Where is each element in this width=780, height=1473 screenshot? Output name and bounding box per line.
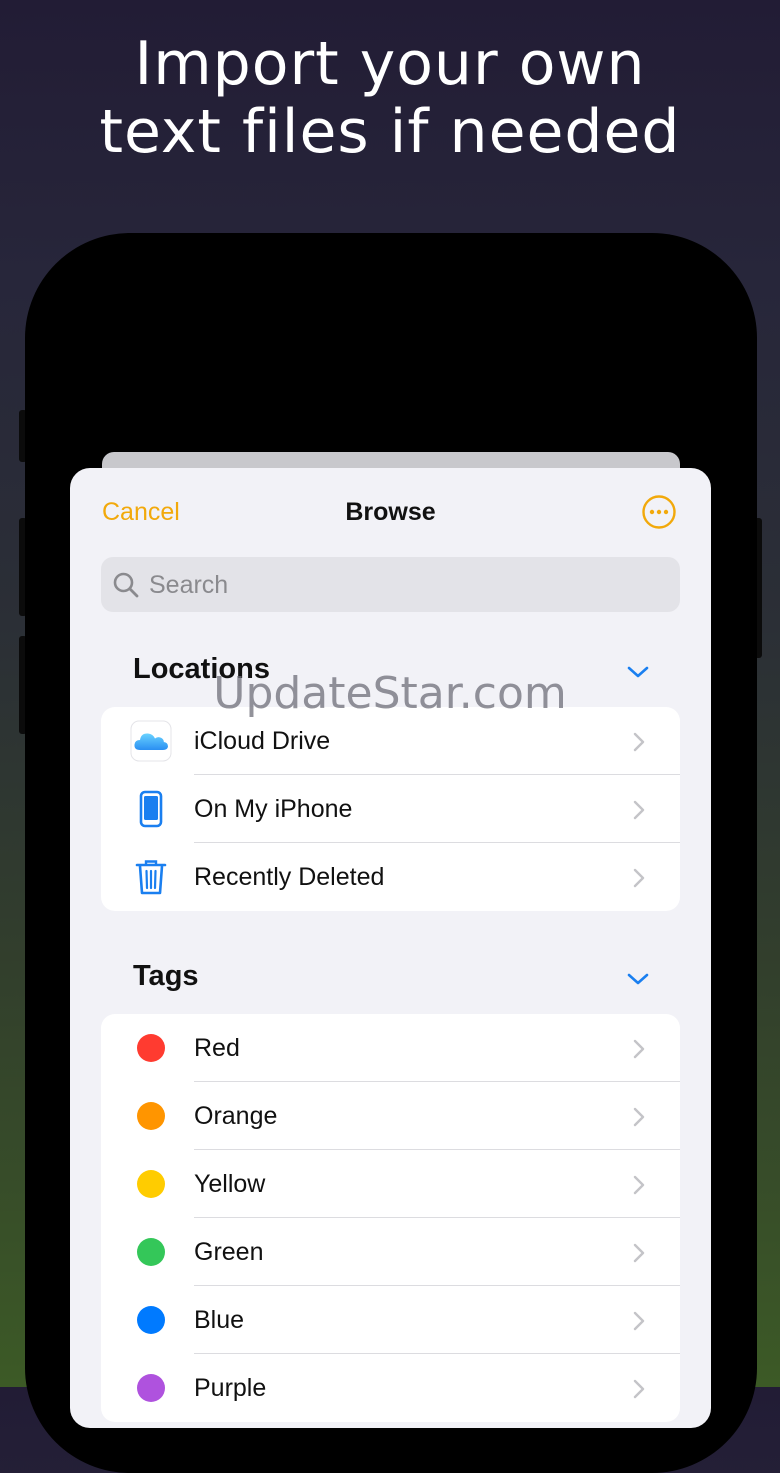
tag-item-label: Purple xyxy=(194,1374,267,1402)
chevron-right-icon xyxy=(633,1243,645,1263)
tag-color-dot xyxy=(137,1238,165,1266)
chevron-right-icon xyxy=(633,868,645,888)
tag-color-dot xyxy=(137,1306,165,1334)
location-item-label: iCloud Drive xyxy=(194,727,331,755)
headline-line-2: text files if needed xyxy=(99,97,681,167)
search-icon xyxy=(113,572,139,598)
search-field[interactable] xyxy=(101,557,680,614)
tag-item-label: Green xyxy=(194,1238,264,1266)
tag-item-red[interactable]: Red xyxy=(101,1014,680,1082)
location-item-recently-deleted[interactable]: Recently Deleted xyxy=(101,843,680,911)
location-item-label: Recently Deleted xyxy=(194,863,385,891)
tag-item-purple[interactable]: Purple xyxy=(101,1354,680,1422)
chevron-right-icon xyxy=(633,1311,645,1331)
headline: Import your own text files if needed xyxy=(0,30,780,166)
ellipsis-circle-icon[interactable] xyxy=(642,495,676,529)
page-title: Browse xyxy=(345,498,436,526)
tag-color-dot xyxy=(137,1374,165,1402)
tag-item-label: Blue xyxy=(194,1306,245,1334)
chevron-right-icon xyxy=(633,1039,645,1059)
iphone-icon xyxy=(129,775,173,843)
tag-item-green[interactable]: Green xyxy=(101,1218,680,1286)
tag-item-orange[interactable]: Orange xyxy=(101,1082,680,1150)
chevron-right-icon xyxy=(633,800,645,820)
location-item-label: On My iPhone xyxy=(194,795,353,823)
tags-collapse-chevron-icon[interactable] xyxy=(626,971,650,987)
tag-color-dot xyxy=(137,1170,165,1198)
browse-sheet: Cancel Browse Locations xyxy=(70,468,711,1428)
tag-color-dot xyxy=(137,1102,165,1130)
chevron-right-icon xyxy=(633,1379,645,1399)
location-item-icloud-drive[interactable]: iCloud Drive xyxy=(101,707,680,775)
tags-heading: Tags xyxy=(133,960,199,992)
tag-item-blue[interactable]: Blue xyxy=(101,1286,680,1354)
locations-list: iCloud Drive On My iPhone Recently Delet… xyxy=(101,707,680,911)
locations-heading: Locations xyxy=(133,653,270,685)
tag-item-label: Yellow xyxy=(194,1170,266,1198)
tags-list: Red Orange Yellow Green Blue Purple xyxy=(101,1014,680,1422)
tag-color-dot xyxy=(137,1034,165,1062)
headline-line-1: Import your own xyxy=(134,29,646,99)
locations-collapse-chevron-icon[interactable] xyxy=(626,664,650,680)
search-input[interactable] xyxy=(147,557,671,614)
tag-item-yellow[interactable]: Yellow xyxy=(101,1150,680,1218)
icloud-icon xyxy=(129,707,173,775)
trash-icon xyxy=(129,843,173,911)
chevron-right-icon xyxy=(633,1175,645,1195)
tag-item-label: Red xyxy=(194,1034,240,1062)
location-item-on-my-iphone[interactable]: On My iPhone xyxy=(101,775,680,843)
chevron-right-icon xyxy=(633,1107,645,1127)
chevron-right-icon xyxy=(633,732,645,752)
tag-item-label: Orange xyxy=(194,1102,278,1130)
